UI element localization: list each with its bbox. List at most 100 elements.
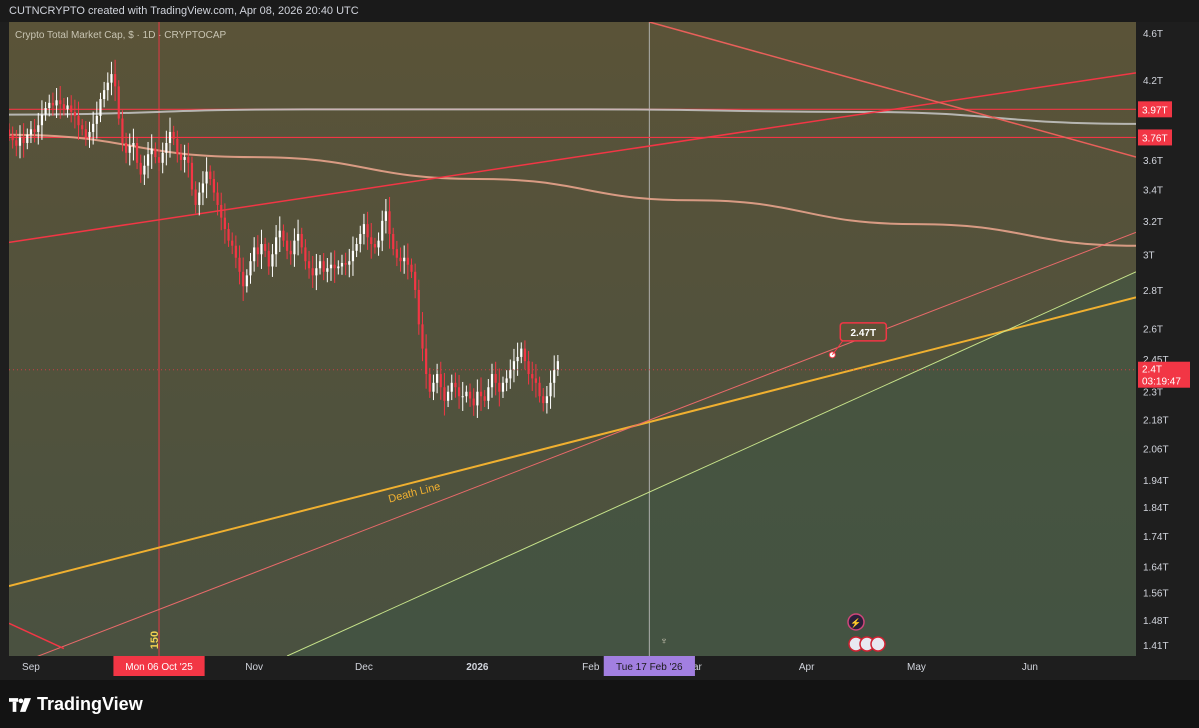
candle-body [439, 374, 442, 388]
candle-body [77, 115, 80, 126]
candle-body [534, 378, 538, 383]
candle-body [231, 240, 234, 246]
candle-body [296, 233, 300, 241]
chart-title: Crypto Total Market Cap, $ · 1D · CRYPTO… [15, 30, 227, 41]
candle-body [494, 374, 497, 383]
flag-event-icon [870, 636, 886, 652]
candle-body [465, 391, 468, 397]
candle-body [403, 257, 406, 262]
y-tick-label: 3T [1143, 250, 1155, 261]
candle-body [143, 165, 146, 175]
candle-body [348, 261, 351, 265]
candle-body [121, 118, 124, 143]
date-marker-label: Tue 17 Feb '26 [616, 662, 683, 673]
candle-body [168, 131, 172, 143]
candle-body [84, 129, 87, 138]
candle-body [201, 183, 205, 193]
candle-body [487, 387, 490, 401]
candle-body [110, 74, 113, 83]
candle-body [18, 137, 22, 146]
candle-body [289, 250, 292, 255]
candle-body [33, 129, 36, 132]
candle-body [99, 99, 102, 116]
candle-body [212, 178, 216, 193]
candle-body [315, 268, 318, 276]
candle-body [501, 382, 505, 392]
candle-body [490, 374, 494, 388]
candle-body [88, 131, 91, 138]
candle-body [414, 271, 417, 290]
candle-body [362, 224, 366, 234]
tradingview-brand[interactable]: TradingView [9, 694, 143, 715]
candle-body [516, 356, 519, 362]
candle-body [498, 382, 501, 392]
candle-body [154, 148, 157, 158]
candle-body [505, 378, 508, 383]
candle-body [92, 123, 95, 132]
marker-icon: ♆ [660, 636, 668, 647]
candle-body [73, 111, 76, 116]
candle-body [22, 137, 25, 143]
candle-body [509, 369, 512, 379]
candle-body [468, 391, 472, 399]
candle-body [307, 261, 311, 269]
price-chart[interactable]: Death Line 2.47T⚡♆ 4.6T4.2T3.6T3.4T3.2T3… [0, 0, 1199, 680]
candle-body [9, 129, 11, 135]
candle-body [234, 245, 237, 258]
candle-body [59, 100, 62, 105]
candle-body [355, 244, 358, 251]
y-tick-label: 3.6T [1143, 156, 1163, 167]
date-marker-label: Mon 06 Oct '25 [125, 662, 193, 673]
candle-body [157, 157, 161, 163]
candle-body [48, 102, 51, 109]
candle-body [29, 129, 33, 135]
candle-body [461, 396, 464, 398]
current-price-label: 2.4T [1142, 365, 1162, 376]
candle-body [304, 247, 307, 262]
candle-body [340, 262, 344, 267]
candle-body [531, 374, 534, 379]
candle-body [425, 348, 428, 375]
candle-body [370, 237, 373, 245]
y-tick-label: 2.18T [1143, 415, 1169, 426]
candle-body [264, 244, 267, 251]
candle-body [190, 162, 194, 190]
candle-body [333, 264, 336, 269]
y-tick-label: 4.6T [1143, 29, 1163, 40]
candle-body [311, 268, 314, 276]
candle-body [253, 247, 256, 262]
callout-label: 2.47T [851, 328, 877, 339]
candle-body [271, 254, 274, 267]
candle-body [81, 125, 84, 130]
candle-body [267, 250, 270, 267]
x-tick-label: Dec [355, 662, 373, 673]
candle-body [366, 224, 369, 238]
candle-body [55, 100, 58, 106]
candle-body [527, 361, 530, 375]
candle-body [545, 396, 548, 404]
y-tick-label: 1.41T [1143, 641, 1169, 652]
candle-body [216, 192, 219, 205]
candle-body [146, 154, 150, 166]
candle-body [198, 192, 201, 205]
candle-body [512, 361, 516, 370]
y-tick-label: 1.48T [1143, 616, 1169, 627]
candle-body [139, 162, 142, 175]
candle-body [520, 348, 523, 357]
x-tick-label: Apr [799, 662, 815, 673]
candle-body [381, 220, 384, 241]
candle-body [359, 233, 362, 245]
y-tick-label: 2.06T [1143, 445, 1169, 456]
candle-body [421, 324, 424, 349]
y-tick-label: 4.2T [1143, 76, 1163, 87]
candle-body [432, 382, 435, 392]
candle-body [227, 229, 230, 241]
candle-body [238, 257, 241, 272]
y-tick-label: 1.94T [1143, 476, 1169, 487]
y-tick-label: 1.74T [1143, 532, 1169, 543]
candle-body [377, 240, 380, 248]
x-tick-label: May [907, 662, 926, 673]
candle-body [454, 382, 457, 388]
y-tick-label: 1.64T [1143, 563, 1169, 574]
candle-body [278, 230, 281, 238]
